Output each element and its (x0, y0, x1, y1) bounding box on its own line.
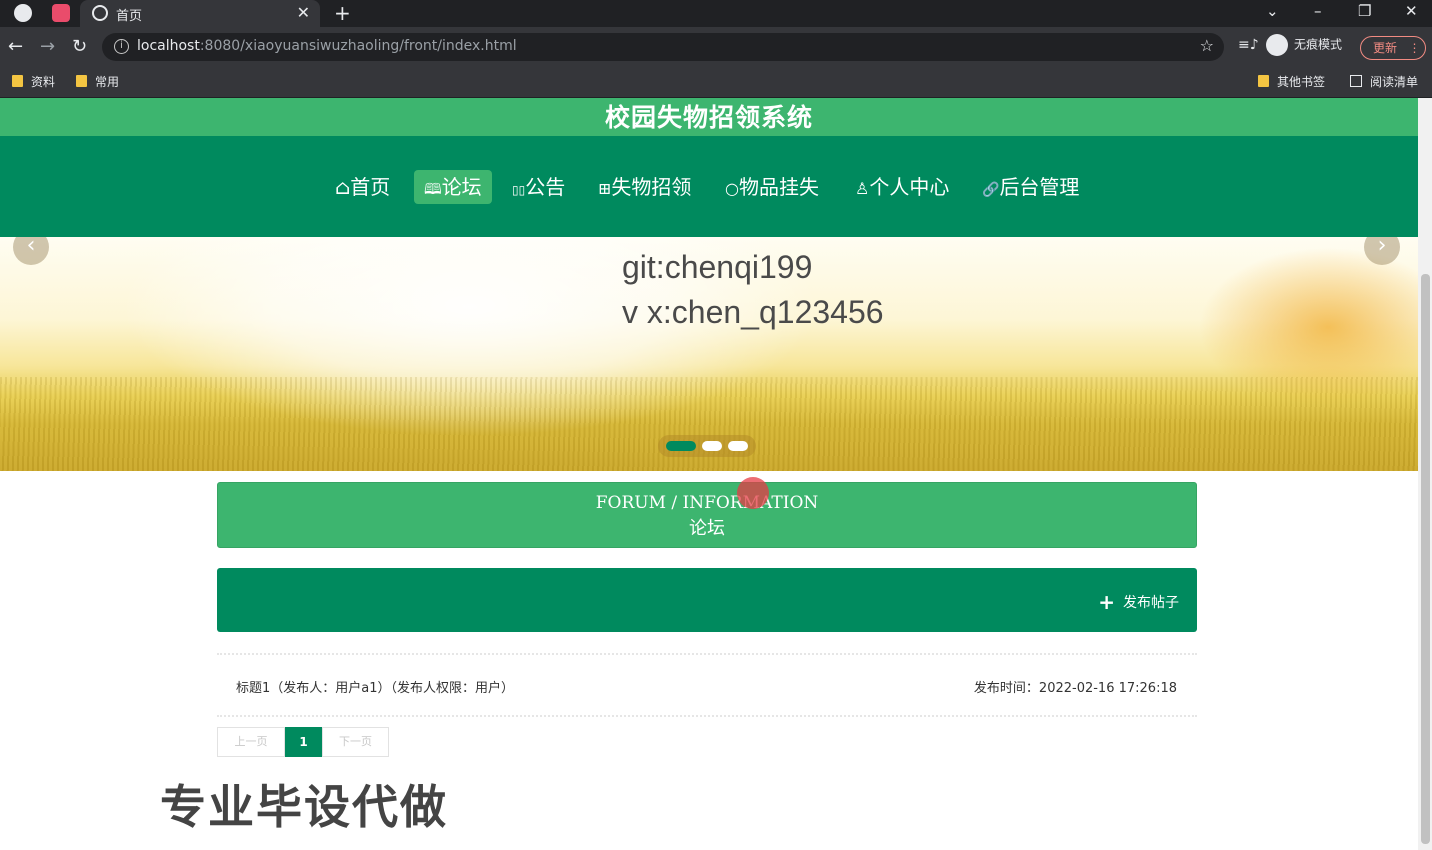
section-header: FORUM / INFORMATION 论坛 (217, 482, 1197, 548)
nav-item-home[interactable]: ⌂首页 (325, 170, 400, 204)
prev-page-button[interactable]: 上一页 (217, 727, 285, 757)
banner-text-line2: v x:chen_q123456 (622, 294, 884, 330)
circle-icon: ○ (725, 179, 739, 198)
nav-item-notice[interactable]: ▯▯公告 (502, 170, 575, 204)
browser-tab-strip: 首页 ✕ + ⌄ – ❐ ✕ (0, 0, 1432, 27)
book-icon: 🕮 (424, 180, 442, 198)
bookmark-label: 常用 (95, 75, 120, 89)
section-title-cn: 论坛 (689, 518, 725, 539)
plus-icon: + (1098, 590, 1115, 614)
close-tab-icon[interactable]: ✕ (297, 3, 310, 22)
window-close-icon[interactable]: ✕ (1405, 2, 1418, 20)
nav-label: 物品挂失 (738, 175, 819, 199)
active-tab-title: 首页 (116, 9, 143, 24)
nav-item-lost-found[interactable]: ⊞失物招领 (588, 170, 701, 204)
nav-item-forum[interactable]: 🕮论坛 (414, 170, 492, 204)
grid-icon: ⊞ (598, 179, 612, 198)
incognito-label: 无痕模式 (1294, 37, 1343, 52)
nav-label: 个人中心 (869, 175, 950, 199)
publish-post-label: 发布帖子 (1123, 595, 1179, 611)
user-icon: ♙ (855, 179, 870, 198)
watermark-text: 专业毕设代做 (160, 780, 448, 834)
next-page-button[interactable]: 下一页 (322, 727, 389, 757)
nav-item-report-lost[interactable]: ○物品挂失 (715, 170, 829, 204)
nav-label: 后台管理 (999, 175, 1080, 199)
nav-item-profile[interactable]: ♙个人中心 (845, 170, 959, 204)
publish-post-button[interactable]: + 发布帖子 (1098, 590, 1179, 614)
url-text[interactable]: localhost:8080/xiaoyuansiwuzhaoling/fron… (137, 38, 517, 54)
page-viewport: 校园失物招领系统 ⌂首页 🕮论坛 ▯▯公告 ⊞失物招领 ○物品挂失 ♙个人中心 … (0, 98, 1432, 850)
list-divider-bottom (217, 715, 1197, 717)
bookmark-label: 资料 (31, 75, 56, 89)
bookmarks-bar: 资料 常用 其他书签 阅读清单 (0, 67, 1432, 98)
incognito-indicator[interactable]: 无痕模式 (1266, 34, 1342, 56)
address-toolbar: ← → ↻ i localhost:8080/xiaoyuansiwuzhaol… (0, 27, 1432, 67)
nav-label: 首页 (350, 175, 391, 199)
site-title: 校园失物招领系统 (0, 98, 1418, 136)
carousel-banner[interactable]: git:chenqi199 v x:chen_q123456 ‹ › (0, 237, 1418, 471)
folder-icon (1258, 75, 1269, 87)
carousel-dot-1[interactable] (666, 441, 696, 451)
bookmark-folder-changyong[interactable]: 常用 (76, 73, 119, 90)
url-path: :8080/xiaoyuansiwuzhaoling/front/index.h… (199, 38, 517, 54)
bookmark-label: 阅读清单 (1370, 75, 1419, 89)
scrollbar-thumb[interactable] (1421, 274, 1430, 844)
page-1-button[interactable]: 1 (285, 727, 322, 757)
active-tab[interactable]: 首页 ✕ (80, 0, 320, 27)
pinned-tab-icon[interactable] (52, 4, 70, 22)
incognito-icon (1266, 34, 1288, 56)
nav-label: 论坛 (441, 175, 482, 199)
bookmark-star-icon[interactable]: ☆ (1200, 36, 1214, 55)
tab-search-chevron-icon[interactable]: ⌄ (1266, 2, 1279, 20)
browser-app-icon[interactable] (14, 4, 32, 22)
other-bookmarks[interactable]: 其他书签 (1258, 73, 1325, 90)
reload-icon[interactable]: ↻ (72, 36, 87, 57)
folder-icon (76, 75, 87, 87)
restore-icon[interactable]: ❐ (1358, 2, 1371, 20)
link-icon: 🔗 (982, 182, 1000, 198)
carousel-dot-3[interactable] (728, 441, 748, 451)
nav-item-admin[interactable]: 🔗后台管理 (972, 170, 1089, 204)
forward-icon[interactable]: → (40, 36, 55, 57)
chevron-right-icon: › (1377, 237, 1387, 258)
carousel-indicators (658, 435, 756, 457)
carousel-prev-arrow[interactable]: ‹ (13, 237, 49, 265)
globe-icon (92, 5, 108, 21)
update-button[interactable]: 更新 ⋮ (1360, 36, 1426, 60)
minimize-icon[interactable]: – (1314, 2, 1322, 20)
list-divider-top (217, 653, 1197, 655)
post-time: 发布时间：2022-02-16 17:26:18 (973, 681, 1177, 696)
banner-text-line1: git:chenqi199 (622, 249, 813, 285)
page-scrollbar[interactable] (1418, 98, 1432, 850)
click-indicator (737, 477, 769, 509)
main-nav: ⌂首页 🕮论坛 ▯▯公告 ⊞失物招领 ○物品挂失 ♙个人中心 🔗后台管理 (0, 136, 1418, 237)
section-title-en: FORUM / INFORMATION (595, 493, 819, 513)
nav-label: 失物招领 (611, 175, 692, 199)
nav-label: 公告 (525, 175, 566, 199)
forum-toolbar: + 发布帖子 (217, 568, 1197, 632)
reading-list-icon (1350, 75, 1362, 87)
reading-list[interactable]: 阅读清单 (1350, 73, 1418, 90)
carousel-dot-2[interactable] (702, 441, 722, 451)
url-host: localhost (137, 38, 200, 54)
forum-post-row[interactable]: 标题1（发布人：用户a1）（发布人权限：用户） 发布时间：2022-02-16 … (217, 666, 1197, 716)
folder-icon (12, 75, 23, 87)
bookmark-label: 其他书签 (1277, 75, 1326, 89)
back-icon[interactable]: ← (8, 36, 23, 57)
update-label: 更新 (1373, 41, 1398, 55)
address-bar[interactable]: i localhost:8080/xiaoyuansiwuzhaoling/fr… (102, 33, 1224, 61)
new-tab-icon[interactable]: + (334, 1, 351, 25)
chevron-left-icon: ‹ (26, 237, 36, 258)
media-control-icon[interactable]: ≡♪ (1238, 37, 1259, 53)
bookmark-folder-ziliao[interactable]: 资料 (12, 73, 55, 90)
notice-icon: ▯▯ (512, 183, 526, 197)
home-icon: ⌂ (335, 175, 351, 199)
post-summary: 标题1（发布人：用户a1）（发布人权限：用户） (236, 681, 515, 696)
site-info-icon[interactable]: i (114, 39, 129, 54)
